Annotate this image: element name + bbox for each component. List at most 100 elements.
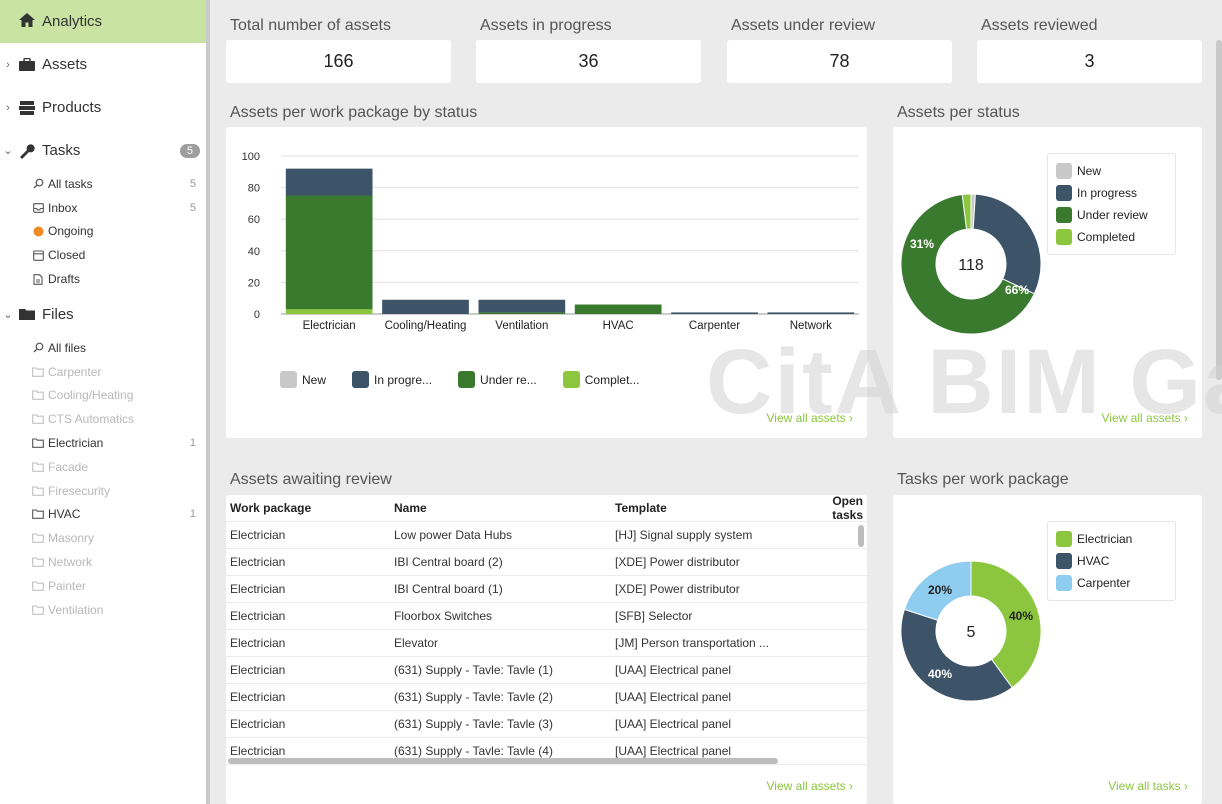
legend-item-in-progress[interactable]: In progress	[1056, 182, 1167, 204]
sidebar-item-label: All files	[48, 340, 87, 355]
bar-segment[interactable]	[574, 304, 662, 314]
sidebar-file-item[interactable]: Cooling/Heating	[0, 384, 206, 408]
column-header[interactable]: Name	[394, 501, 615, 515]
donut-slice[interactable]	[972, 193, 1042, 295]
table-cell: [JM] Person transportation ...	[615, 636, 770, 650]
donut-slice[interactable]	[900, 608, 1013, 702]
bar-segment[interactable]	[671, 312, 758, 314]
bar-segment[interactable]	[285, 168, 373, 196]
bar-segment[interactable]	[285, 309, 373, 314]
legend-item-hvac[interactable]: HVAC	[1056, 550, 1167, 572]
legend-item-electrician[interactable]: Electrician	[1056, 528, 1167, 550]
bar-segment[interactable]	[478, 312, 566, 314]
legend-swatch	[562, 371, 580, 388]
sidebar-file-item[interactable]: Electrician 1	[0, 431, 206, 455]
nav-tasks[interactable]: ⌄ Tasks 5	[0, 129, 206, 172]
orange-dot-icon	[32, 225, 44, 237]
sidebar-file-item[interactable]: Carpenter	[0, 360, 206, 384]
legend-item-carpenter[interactable]: Carpenter	[1056, 572, 1167, 594]
legend-item-new[interactable]: New	[1056, 160, 1167, 182]
sidebar-item-label: Ventilation	[48, 602, 104, 617]
sidebar-item-label: Drafts	[48, 272, 81, 287]
sidebar-item-drafts[interactable]: Drafts	[0, 267, 206, 291]
sidebar-item-ongoing[interactable]: Ongoing	[0, 220, 206, 244]
table-cell: Electrician	[230, 555, 286, 569]
legend-label: In progre...	[374, 372, 433, 387]
table-row[interactable]: Electrician (631) Supply - Tavle: Tavle (…	[226, 657, 867, 684]
stat-card[interactable]: 166	[226, 40, 451, 83]
sidebar-file-item[interactable]: Masonry	[0, 526, 206, 550]
table-row[interactable]: Electrician IBI Central board (2) [XDE] Po…	[226, 549, 867, 576]
nav-files[interactable]: ⌄ Files	[0, 293, 206, 336]
bar-segment[interactable]	[767, 312, 855, 314]
page-scrollbar[interactable]	[1216, 40, 1222, 380]
chevron-down-icon[interactable]: ⌄	[0, 144, 16, 157]
legend-label: Under review	[1077, 208, 1148, 222]
wrench-icon	[16, 142, 38, 160]
stat-value: 166	[323, 51, 354, 71]
chevron-down-icon[interactable]: ⌄	[0, 308, 16, 321]
legend-item-under-review[interactable]: Under re...	[458, 371, 537, 388]
legend-item-completed[interactable]: Completed	[1056, 226, 1167, 248]
table-row[interactable]: Electrician (631) Supply - Tavle: Tavle (…	[226, 684, 867, 711]
sidebar-file-item[interactable]: Network	[0, 550, 206, 574]
sidebar-file-item[interactable]: Painter	[0, 574, 206, 598]
stat-card[interactable]: 3	[977, 40, 1202, 83]
view-all-assets-link[interactable]: View all assets ›	[767, 411, 853, 425]
legend-item-completed[interactable]: Complet...	[562, 371, 639, 388]
table-row[interactable]: Electrician Elevator [JM] Person transport…	[226, 630, 867, 657]
stat-card[interactable]: 36	[476, 40, 701, 83]
sidebar-file-item[interactable]: All files	[0, 336, 206, 360]
view-all-assets-link[interactable]: View all assets ›	[767, 779, 853, 793]
folder-outline-icon	[32, 366, 44, 378]
sidebar-item-closed[interactable]: Closed	[0, 243, 206, 267]
legend-swatch	[1056, 207, 1072, 223]
sidebar-file-item[interactable]: Facade	[0, 455, 206, 479]
table-cell: Electrician	[230, 528, 286, 542]
sidebar-item-all-tasks[interactable]: All tasks 5	[0, 172, 206, 196]
x-tick-label: HVAC	[603, 320, 634, 332]
sidebar-file-item[interactable]: CTS Automatics	[0, 407, 206, 431]
chevron-right-icon[interactable]: ›	[0, 59, 16, 71]
nav-products-label: Products	[42, 99, 102, 116]
view-all-tasks-link[interactable]: View all tasks ›	[1108, 779, 1188, 793]
tasks-section-title: Tasks per work package	[897, 471, 1069, 488]
legend-item-new[interactable]: New	[280, 371, 326, 388]
donut-center-label: 5	[967, 624, 976, 641]
document-icon	[32, 273, 44, 285]
x-tick-label: Carpenter	[689, 320, 740, 332]
table-row[interactable]: Electrician IBI Central board (1) [XDE] Po…	[226, 576, 867, 603]
view-all-assets-link[interactable]: View all assets ›	[1102, 411, 1188, 425]
table-cell: [SFB] Selector	[615, 609, 693, 623]
donut-percent-label: 40%	[928, 667, 952, 681]
bar-segment[interactable]	[382, 299, 469, 314]
legend-item-in-progress[interactable]: In progre...	[352, 371, 432, 388]
legend-item-under-review[interactable]: Under review	[1056, 204, 1167, 226]
table-cell: Electrician	[230, 717, 286, 731]
chevron-right-icon[interactable]: ›	[0, 102, 16, 114]
folder-outline-icon	[32, 389, 44, 401]
table-row[interactable]: Electrician Floorbox Switches [SFB] Select…	[226, 603, 867, 630]
table-row[interactable]: Electrician (631) Supply - Tavle: Tavle (…	[226, 711, 867, 738]
column-header[interactable]: Work package	[226, 501, 394, 515]
folder-outline-icon	[32, 461, 44, 473]
table-cell: [HJ] Signal supply system	[615, 528, 753, 542]
sidebar-item-inbox[interactable]: Inbox 5	[0, 196, 206, 220]
stat-card[interactable]: 78	[727, 40, 952, 83]
sidebar-file-item[interactable]: Firesecurity	[0, 479, 206, 503]
table-cell: [XDE] Power distributor	[615, 555, 740, 569]
sidebar-file-item[interactable]: HVAC 1	[0, 503, 206, 527]
nav-analytics[interactable]: Analytics	[0, 0, 206, 43]
stat-label: Assets reviewed	[981, 17, 1098, 34]
table-scrollbar-vertical[interactable]	[858, 525, 864, 547]
sidebar-file-item[interactable]: Ventilation	[0, 598, 206, 622]
table-scrollbar-horizontal[interactable]	[228, 758, 778, 764]
nav-products[interactable]: › Products	[0, 86, 206, 129]
column-header[interactable]: Template	[615, 501, 801, 515]
nav-assets[interactable]: › Assets	[0, 43, 206, 86]
table-row[interactable]: Electrician Low power Data Hubs [HJ] Signa…	[226, 522, 867, 549]
column-header[interactable]: Open tasks	[801, 495, 863, 522]
bar-segment[interactable]	[285, 195, 373, 310]
bar-segment[interactable]	[478, 299, 566, 313]
nav-tasks-label: Tasks	[42, 142, 81, 159]
